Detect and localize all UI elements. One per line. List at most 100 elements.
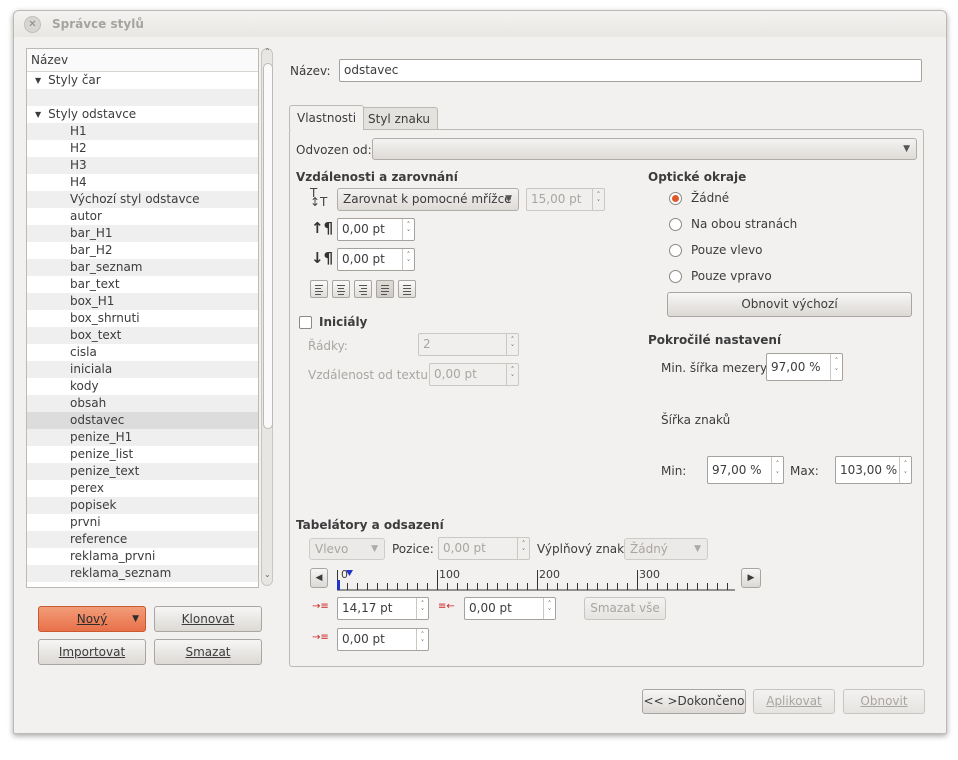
- delete-style-button[interactable]: Smazat: [154, 639, 262, 665]
- spinner-icon[interactable]: ˄ ˅: [771, 457, 783, 483]
- style-row[interactable]: penize_H1: [27, 429, 258, 446]
- tab-position-label: Pozice:: [392, 542, 434, 556]
- spinner-icon[interactable]: ˄ ˅: [899, 457, 911, 483]
- space-above-input[interactable]: 0,00 pt ˄ ˅: [337, 218, 415, 241]
- first-line-indent-value: 14,17 pt: [342, 601, 393, 615]
- style-row[interactable]: kody: [27, 378, 258, 395]
- radio-left-only-label: Pouze vlevo: [691, 243, 763, 257]
- style-row[interactable]: H3: [27, 157, 258, 174]
- spinner-icon[interactable]: ˄ ˅: [830, 354, 842, 380]
- spinner-icon[interactable]: ˄ ˅: [402, 219, 414, 240]
- style-row[interactable]: reklama_seznam: [27, 565, 258, 582]
- ruler-scroll-right-icon[interactable]: ▶: [741, 568, 761, 588]
- done-label: << >Dokončeno: [643, 694, 745, 708]
- style-row[interactable]: box_shrnuti: [27, 310, 258, 327]
- scrollbar-thumb[interactable]: [263, 63, 273, 429]
- style-row[interactable]: obsah: [27, 395, 258, 412]
- close-icon[interactable]: ✕: [24, 16, 41, 33]
- based-on-select[interactable]: ▼: [372, 138, 917, 160]
- style-row[interactable]: box_H1: [27, 293, 258, 310]
- style-row[interactable]: odstavec: [27, 412, 258, 429]
- spinner-icon[interactable]: ˄ ˅: [416, 598, 428, 619]
- style-row[interactable]: cisla: [27, 344, 258, 361]
- style-row[interactable]: H4: [27, 174, 258, 191]
- style-list-header: Název: [27, 49, 258, 72]
- first-line-indent-input[interactable]: 14,17 pt ˄ ˅: [337, 597, 429, 620]
- style-row-label: Výchozí styl odstavce: [70, 192, 200, 206]
- style-row[interactable]: reference: [27, 531, 258, 548]
- style-row[interactable]: box_text: [27, 327, 258, 344]
- radio-none[interactable]: [669, 192, 682, 205]
- style-list-scrollbar[interactable]: ⌃ ⌄: [261, 47, 273, 586]
- window-title: Správce stylů: [52, 17, 144, 31]
- style-row[interactable]: penize_text: [27, 463, 258, 480]
- line-spacing-mode-select[interactable]: Zarovnat k pomocné mřížce ▼: [337, 188, 519, 211]
- glyph-min-input[interactable]: 97,00 % ˄ ˅: [707, 456, 784, 484]
- left-indent-value: 0,00 pt: [342, 632, 385, 646]
- style-row-label: prvni: [70, 515, 101, 529]
- style-row[interactable]: reklama_prvni: [27, 548, 258, 565]
- apply-button: Aplikovat: [753, 689, 835, 714]
- radio-both-sides[interactable]: [669, 218, 682, 231]
- align-center-icon[interactable]: [332, 280, 350, 298]
- radio-right-only[interactable]: [669, 270, 682, 283]
- style-row[interactable]: H1: [27, 123, 258, 140]
- style-group-row[interactable]: ▼ Styly odstavce: [27, 106, 258, 123]
- initials-label: Iniciály: [319, 315, 368, 329]
- expander-triangle-icon[interactable]: ▼: [35, 76, 41, 85]
- style-row[interactable]: bar_H2: [27, 242, 258, 259]
- new-style-button[interactable]: Nový ▼: [38, 606, 146, 632]
- tab-ruler[interactable]: 0 100 200 300: [337, 568, 735, 592]
- style-row[interactable]: autor: [27, 208, 258, 225]
- style-row[interactable]: H2: [27, 140, 258, 157]
- clone-label: Klonovat: [181, 612, 235, 626]
- tab-character-style[interactable]: Styl znaku: [360, 107, 439, 129]
- style-row[interactable]: perex: [27, 480, 258, 497]
- style-row[interactable]: bar_H1: [27, 225, 258, 242]
- chevron-down-icon: ▼: [505, 194, 512, 204]
- style-row[interactable]: bar_seznam: [27, 259, 258, 276]
- align-justify-icon[interactable]: [376, 280, 394, 298]
- ruler-label-0: 0: [341, 568, 348, 581]
- titlebar: ✕ Správce stylů: [14, 11, 946, 37]
- spinner-icon: ˄ ˅: [592, 189, 604, 210]
- empty-row: [27, 89, 258, 106]
- style-row[interactable]: penize_list: [27, 446, 258, 463]
- spinner-icon[interactable]: ˄ ˅: [416, 629, 428, 650]
- radio-left-only[interactable]: [669, 244, 682, 257]
- style-row[interactable]: iniciala: [27, 361, 258, 378]
- initials-checkbox[interactable]: [299, 316, 312, 329]
- spinner-icon[interactable]: ˄ ˅: [402, 249, 414, 270]
- style-row[interactable]: prvni: [27, 514, 258, 531]
- style-row[interactable]: Výchozí styl odstavce: [27, 191, 258, 208]
- align-left-icon[interactable]: [310, 280, 328, 298]
- right-indent-value: 0,00 pt: [469, 601, 512, 615]
- min-space-input[interactable]: 97,00 % ˄ ˅: [766, 353, 843, 381]
- style-group-row[interactable]: ▼ Styly čar: [27, 72, 258, 89]
- space-below-input[interactable]: 0,00 pt ˄ ˅: [337, 248, 415, 271]
- scroll-up-icon[interactable]: ⌃: [264, 47, 271, 56]
- align-forced-justify-icon[interactable]: [398, 280, 416, 298]
- dropdown-arrow-icon: ▼: [132, 614, 139, 624]
- reset-defaults-button[interactable]: Obnovit výchozí: [667, 292, 912, 317]
- style-name-input[interactable]: odstavec: [339, 59, 922, 82]
- style-row-label: H2: [70, 141, 87, 155]
- glyph-max-input[interactable]: 103,00 % ˄ ˅: [835, 456, 912, 484]
- scroll-down-icon[interactable]: ⌄: [264, 570, 271, 579]
- import-button[interactable]: Importovat: [38, 639, 146, 665]
- chevron-down-icon: ▼: [694, 544, 701, 554]
- left-indent-input[interactable]: 0,00 pt ˄ ˅: [337, 628, 429, 651]
- done-button[interactable]: << >Dokončeno: [642, 689, 746, 714]
- right-indent-input[interactable]: 0,00 pt ˄ ˅: [464, 597, 556, 620]
- style-row-label: reklama_seznam: [70, 566, 172, 580]
- fill-char-value: Žádný: [630, 542, 668, 556]
- style-row[interactable]: popisek: [27, 497, 258, 514]
- spinner-icon[interactable]: ˄ ˅: [543, 598, 555, 619]
- ruler-scroll-left-icon[interactable]: ◀: [310, 568, 328, 588]
- left-indent-marker[interactable]: [337, 580, 340, 590]
- clone-style-button[interactable]: Klonovat: [154, 606, 262, 632]
- align-right-icon[interactable]: [354, 280, 372, 298]
- tab-properties[interactable]: Vlastnosti: [289, 105, 365, 130]
- expander-triangle-icon[interactable]: ▼: [35, 110, 41, 119]
- style-row[interactable]: bar_text: [27, 276, 258, 293]
